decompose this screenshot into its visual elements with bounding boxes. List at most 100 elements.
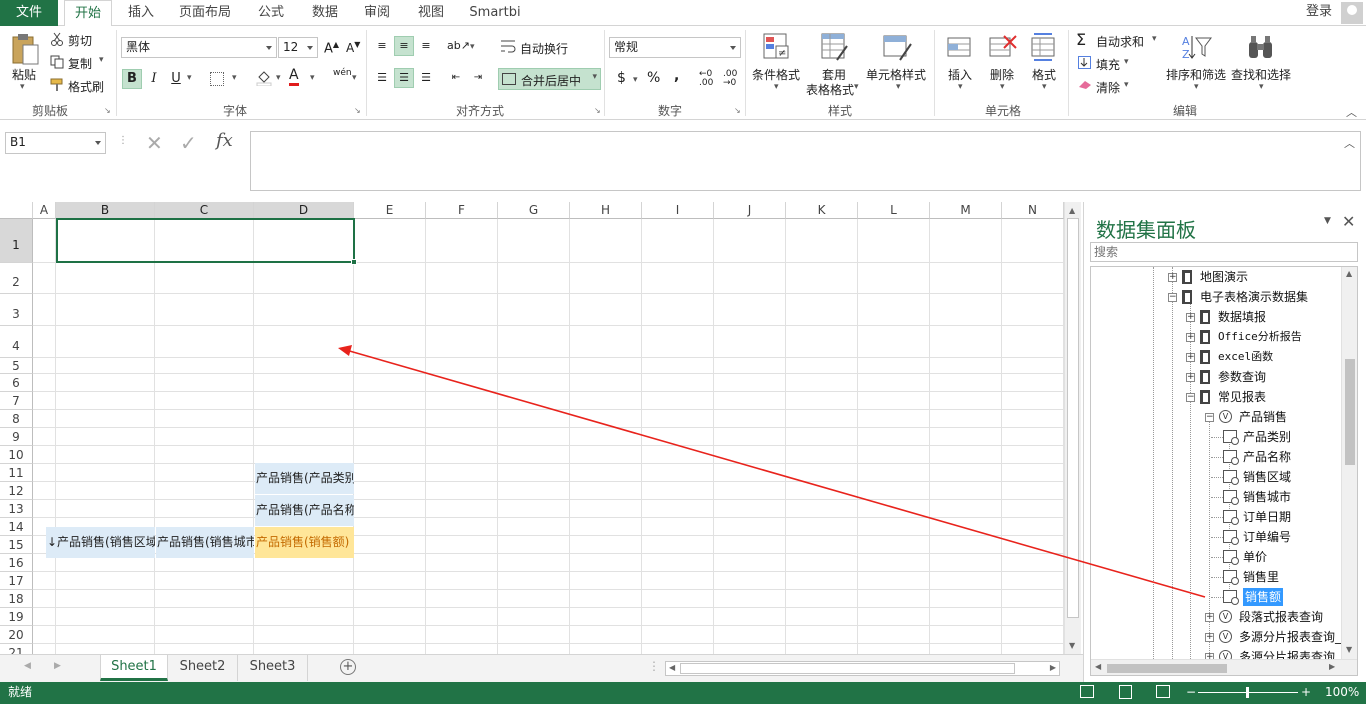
scroll-right-icon[interactable]: ▶ bbox=[1050, 663, 1056, 672]
row-header-10[interactable]: 10 bbox=[0, 446, 33, 464]
normal-view-icon[interactable] bbox=[1080, 685, 1094, 698]
row-header-9[interactable]: 9 bbox=[0, 428, 33, 446]
currency-dropdown-icon[interactable]: ▾ bbox=[633, 75, 638, 85]
tab-data[interactable]: 数据 bbox=[304, 0, 346, 26]
tree-horizontal-scrollbar[interactable]: ◀ ▶ bbox=[1091, 659, 1357, 675]
insert-cells-icon[interactable] bbox=[946, 32, 974, 62]
copy-icon[interactable] bbox=[50, 55, 64, 69]
fill-color-icon[interactable] bbox=[256, 70, 272, 87]
tab-splitter-icon[interactable]: ⋮ bbox=[648, 659, 660, 673]
autosum-button[interactable]: 自动求和 bbox=[1096, 33, 1144, 50]
grow-font-icon[interactable]: A▲ bbox=[324, 40, 339, 56]
autosum-dropdown-icon[interactable]: ▾ bbox=[1152, 34, 1157, 44]
row-header-15[interactable]: 15 bbox=[0, 536, 33, 554]
phonetic-guide-button[interactable]: wén bbox=[333, 68, 352, 78]
row-header-2[interactable]: 2 bbox=[0, 263, 33, 294]
insert-function-button[interactable]: fx bbox=[216, 130, 233, 151]
tree-node[interactable]: 订单编号 bbox=[1243, 527, 1291, 547]
align-left-icon[interactable]: ☰ bbox=[372, 68, 392, 88]
scissors-icon[interactable] bbox=[50, 32, 64, 46]
align-top-icon[interactable]: ≡ bbox=[372, 36, 392, 56]
row-header-7[interactable]: 7 bbox=[0, 392, 33, 410]
tab-page-layout[interactable]: 页面布局 bbox=[172, 0, 238, 26]
tree-node[interactable]: 订单日期 bbox=[1243, 507, 1291, 527]
font-color-dropdown-icon[interactable]: ▾ bbox=[310, 73, 315, 83]
column-header-h[interactable]: H bbox=[570, 202, 642, 219]
row-header-20[interactable]: 20 bbox=[0, 626, 33, 644]
format-cells-icon[interactable] bbox=[1030, 32, 1060, 62]
row-header-12[interactable]: 12 bbox=[0, 482, 33, 500]
zoom-level[interactable]: 100% bbox=[1325, 682, 1359, 702]
expand-icon[interactable]: + bbox=[1186, 313, 1195, 322]
row-header-21[interactable]: 21 bbox=[0, 644, 33, 654]
fill-button[interactable]: 填充 bbox=[1096, 56, 1120, 73]
merge-center-button[interactable]: 合并后居中 ▾ bbox=[498, 68, 601, 90]
row-header-18[interactable]: 18 bbox=[0, 590, 33, 608]
tree-node[interactable]: 电子表格演示数据集 bbox=[1200, 287, 1308, 307]
column-header-i[interactable]: I bbox=[642, 202, 714, 219]
tree-scroll-down-icon[interactable]: ▼ bbox=[1346, 645, 1352, 654]
next-sheet-icon[interactable]: ▶ bbox=[54, 661, 61, 671]
format-dropdown-icon[interactable]: ▾ bbox=[1042, 82, 1047, 92]
horizontal-scrollbar[interactable]: ◀ ▶ bbox=[665, 661, 1060, 676]
tree-node[interactable]: 销售额 bbox=[1243, 588, 1284, 606]
cell-styles-icon[interactable] bbox=[882, 32, 912, 62]
scroll-down-icon[interactable]: ▼ bbox=[1069, 641, 1075, 650]
cell-styles-button[interactable]: 单元格样式 bbox=[866, 66, 926, 83]
sort-dropdown-icon[interactable]: ▾ bbox=[1194, 82, 1199, 92]
orientation-icon[interactable]: ab↗ bbox=[446, 36, 470, 56]
collapse-icon[interactable]: − bbox=[1186, 393, 1195, 402]
column-header-d[interactable]: D bbox=[254, 202, 354, 219]
tree-node[interactable]: 数据填报 bbox=[1218, 307, 1266, 327]
percent-button[interactable]: % bbox=[647, 70, 660, 86]
tree-node[interactable]: excel函数 bbox=[1218, 347, 1273, 367]
tree-node[interactable]: 产品销售 bbox=[1239, 407, 1287, 427]
clipboard-launcher-icon[interactable]: ↘ bbox=[104, 106, 111, 115]
tree-scroll-thumb[interactable] bbox=[1345, 359, 1355, 465]
clear-button[interactable]: 清除 bbox=[1096, 79, 1120, 96]
page-break-view-icon[interactable] bbox=[1156, 685, 1170, 698]
column-header-k[interactable]: K bbox=[786, 202, 858, 219]
tab-review[interactable]: 审阅 bbox=[356, 0, 398, 26]
align-middle-icon[interactable]: ≡ bbox=[394, 36, 414, 56]
align-right-icon[interactable]: ☰ bbox=[416, 68, 436, 88]
wrap-text-icon[interactable] bbox=[500, 38, 516, 54]
column-header-f[interactable]: F bbox=[426, 202, 498, 219]
dataset-tree[interactable]: + 地图演示 − 电子表格演示数据集 + 数据填报 + Office分析报告 + excel函数 +… bbox=[1090, 266, 1358, 676]
tab-smartbi[interactable]: Smartbi bbox=[462, 0, 528, 26]
format-cells-button[interactable]: 格式 bbox=[1032, 66, 1056, 83]
font-color-button[interactable]: A bbox=[289, 68, 299, 86]
tree-vertical-scrollbar[interactable]: ▲ ▼ bbox=[1341, 267, 1357, 659]
tree-node[interactable]: 销售城市 bbox=[1243, 487, 1291, 507]
collapse-icon[interactable]: − bbox=[1168, 293, 1177, 302]
conditional-format-button[interactable]: 条件格式 bbox=[752, 66, 800, 83]
comma-style-button[interactable]: , bbox=[674, 68, 679, 84]
column-header-c[interactable]: C bbox=[155, 202, 254, 219]
sheet-tab-sheet3[interactable]: Sheet3 bbox=[238, 655, 308, 681]
binoculars-icon[interactable] bbox=[1246, 34, 1276, 62]
formula-input[interactable] bbox=[250, 131, 1361, 191]
column-header-m[interactable]: M bbox=[930, 202, 1002, 219]
column-header-b[interactable]: B bbox=[56, 202, 155, 219]
paste-icon[interactable] bbox=[10, 32, 40, 66]
prev-sheet-icon[interactable]: ◀ bbox=[24, 661, 31, 671]
zoom-slider-thumb[interactable] bbox=[1246, 687, 1249, 698]
number-launcher-icon[interactable]: ↘ bbox=[734, 106, 741, 115]
tree-hscroll-thumb[interactable] bbox=[1107, 664, 1227, 673]
underline-dropdown-icon[interactable]: ▾ bbox=[187, 73, 192, 83]
expand-icon[interactable]: + bbox=[1168, 273, 1177, 282]
cancel-icon[interactable]: ✕ bbox=[146, 131, 163, 155]
tree-node[interactable]: 常见报表 bbox=[1218, 387, 1266, 407]
wrap-text-button[interactable]: 自动换行 bbox=[520, 40, 568, 57]
delete-dropdown-icon[interactable]: ▾ bbox=[1000, 82, 1005, 92]
delete-cells-icon[interactable] bbox=[988, 32, 1018, 62]
italic-button[interactable]: I bbox=[144, 69, 164, 89]
panel-search-input[interactable] bbox=[1090, 242, 1358, 262]
row-header-8[interactable]: 8 bbox=[0, 410, 33, 428]
column-header-l[interactable]: L bbox=[858, 202, 930, 219]
column-header-j[interactable]: J bbox=[714, 202, 786, 219]
expand-formula-bar-icon[interactable]: ︿ bbox=[1344, 135, 1355, 151]
tree-scroll-up-icon[interactable]: ▲ bbox=[1346, 269, 1352, 278]
horizontal-scroll-thumb[interactable] bbox=[680, 663, 1015, 674]
scroll-up-icon[interactable]: ▲ bbox=[1069, 206, 1075, 215]
